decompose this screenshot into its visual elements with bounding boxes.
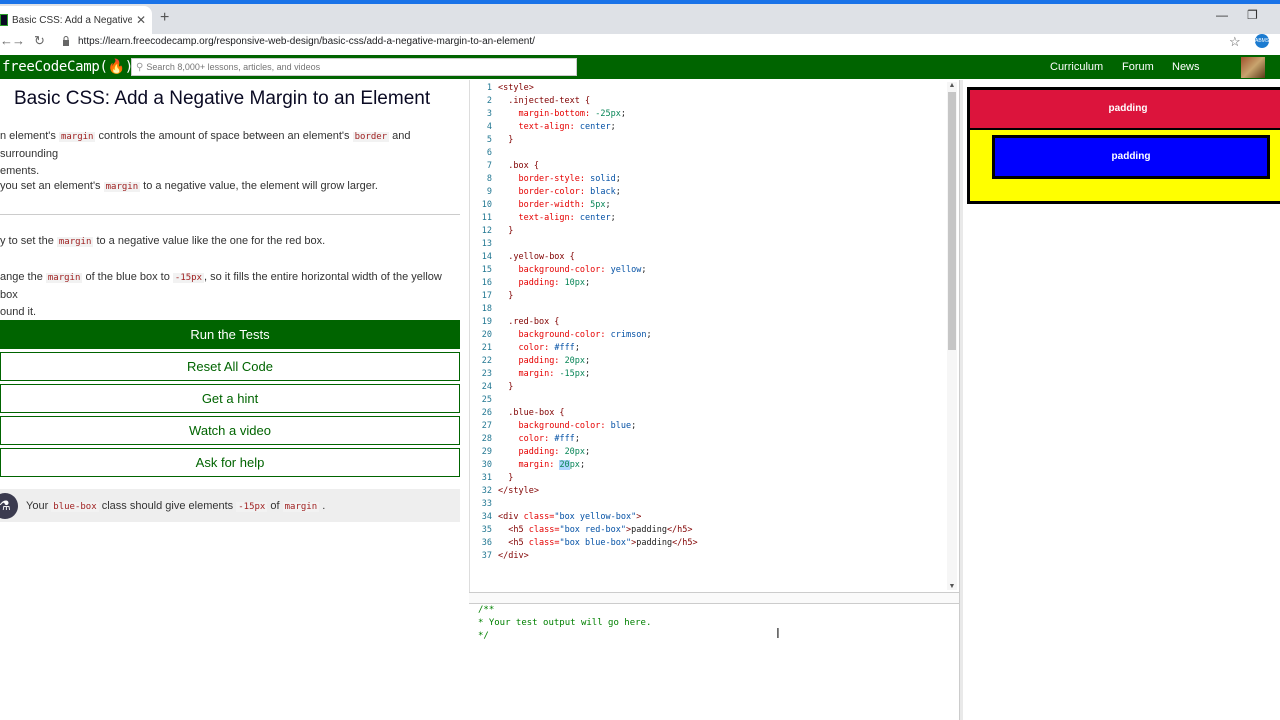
- tabstrip-accent: [0, 0, 1280, 4]
- code-content[interactable]: 1 <style> 2 .injected-text { 3 margin-bot…: [470, 82, 698, 563]
- fcc-navbar: freeCodeCamp(🔥) ⚲ Curriculum Forum News: [0, 55, 1280, 79]
- tab-title: Basic CSS: Add a Negative Margin: [12, 14, 132, 26]
- restore-icon[interactable]: ❐: [1247, 8, 1258, 22]
- run-tests-button[interactable]: Run the Tests: [0, 320, 460, 349]
- ask-help-button[interactable]: Ask for help: [0, 448, 460, 477]
- get-hint-button[interactable]: Get a hint: [0, 384, 460, 413]
- divider: [0, 214, 460, 215]
- browser-tabstrip: Basic CSS: Add a Negative Margin ✕ + — ❐: [0, 0, 1280, 34]
- instructions-panel: Basic CSS: Add a Negative Margin to an E…: [0, 80, 466, 720]
- text-cursor-icon: I: [776, 627, 780, 642]
- minimize-icon[interactable]: —: [1216, 8, 1228, 22]
- preview-pane: padding padding: [963, 80, 1280, 720]
- instruction-paragraph-4: ange the margin of the blue box to -15px…: [0, 271, 442, 318]
- search-box[interactable]: ⚲: [131, 58, 577, 76]
- nav-forum[interactable]: Forum: [1122, 61, 1154, 73]
- instruction-paragraph-3: y to set the margin to a negative value …: [0, 235, 326, 247]
- reload-icon[interactable]: ↻: [34, 34, 45, 48]
- new-tab-button[interactable]: +: [160, 9, 169, 27]
- fcc-logo[interactable]: freeCodeCamp(🔥): [2, 59, 133, 75]
- scrollbar-thumb[interactable]: [948, 92, 956, 350]
- nav-news[interactable]: News: [1172, 61, 1200, 73]
- star-icon[interactable]: ☆: [1229, 34, 1241, 50]
- scroll-down-icon[interactable]: ▼: [947, 583, 957, 590]
- browser-tab[interactable]: Basic CSS: Add a Negative Margin ✕: [0, 6, 152, 34]
- code-editor[interactable]: 1 <style> 2 .injected-text { 3 margin-bot…: [469, 80, 959, 592]
- address-bar[interactable]: https://learn.freecodecamp.org/responsiv…: [78, 36, 535, 47]
- lock-icon: [63, 36, 69, 46]
- close-tab-icon[interactable]: ✕: [136, 13, 146, 27]
- watch-video-button[interactable]: Watch a video: [0, 416, 460, 445]
- address-toolbar: ← → ↻ https://learn.freecodecamp.org/res…: [0, 34, 1280, 54]
- reset-code-button[interactable]: Reset All Code: [0, 352, 460, 381]
- forward-icon[interactable]: →: [12, 34, 25, 48]
- fcc-favicon-icon: [0, 14, 8, 26]
- user-avatar[interactable]: [1241, 57, 1265, 78]
- nav-curriculum[interactable]: Curriculum: [1050, 61, 1103, 73]
- test-output: /** * Your test output will go here. */: [478, 605, 652, 641]
- red-box: padding: [968, 88, 1280, 130]
- search-input[interactable]: [146, 62, 567, 72]
- blue-box: padding: [992, 135, 1270, 179]
- instruction-paragraph-1: n element's margin controls the amount o…: [0, 130, 411, 177]
- scroll-up-icon[interactable]: ▲: [947, 82, 957, 89]
- editor-output-splitter[interactable]: [469, 592, 959, 604]
- instruction-paragraph-2: you set an element's margin to a negativ…: [0, 180, 378, 192]
- flask-icon: ⚗: [0, 492, 18, 519]
- test-description: Your blue-box class should give elements…: [26, 499, 326, 512]
- editor-scrollbar[interactable]: ▲ ▼: [947, 82, 957, 590]
- test-item: ⚗ Your blue-box class should give elemen…: [0, 489, 460, 522]
- lesson-title: Basic CSS: Add a Negative Margin to an E…: [14, 88, 431, 109]
- search-icon: ⚲: [136, 61, 144, 73]
- extension-icon[interactable]: ABMS: [1255, 34, 1269, 48]
- yellow-box: padding padding: [967, 87, 1280, 204]
